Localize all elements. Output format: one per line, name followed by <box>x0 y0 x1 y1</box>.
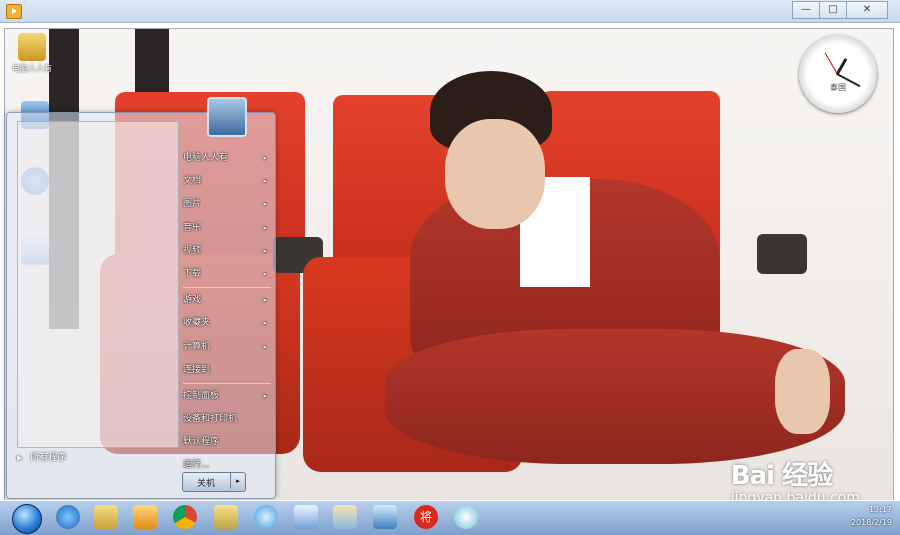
menu-separator <box>183 287 271 289</box>
start-item-connect-to[interactable]: 连接到 <box>183 359 271 382</box>
start-item-music[interactable]: 音乐 ▸ <box>183 217 271 240</box>
wallpaper-person-hand <box>775 349 830 434</box>
start-menu-program-list <box>17 121 179 448</box>
start-item-label: 默认程序 <box>183 437 220 448</box>
media-player-icon[interactable] <box>133 505 157 529</box>
start-menu: ▶ 所有程序 电脑人人有 ▸ 文档 ▸ 图片 ▸ 音乐 ▸ 视频 ▸ 下载 ▸ 游戏 ▸ 收藏夹… <box>6 97 276 499</box>
start-menu-right-pane: 电脑人人有 ▸ 文档 ▸ 图片 ▸ 音乐 ▸ 视频 ▸ 下载 ▸ 游戏 ▸ 收藏夹 ▸ 计算机 ▸… <box>183 147 271 478</box>
start-item-label: 游戏 <box>183 295 202 306</box>
start-item-default-programs[interactable]: 默认程序 <box>183 431 271 454</box>
folder-icon[interactable] <box>214 505 238 529</box>
submenu-arrow-icon: ▸ <box>263 319 267 328</box>
baidu-watermark: Bai 经验 jingyan.baidu.com <box>731 455 860 506</box>
media-player-app-icon <box>6 4 22 19</box>
start-item-label: 收藏夹 <box>183 318 211 329</box>
start-item-pictures[interactable]: 图片 ▸ <box>183 193 271 216</box>
minimize-button[interactable]: — <box>792 1 820 19</box>
submenu-arrow-icon: ▸ <box>263 154 267 162</box>
explorer-icon[interactable] <box>94 505 118 529</box>
start-item-label: 图片 <box>183 199 202 210</box>
submenu-arrow-icon: ▸ <box>263 391 267 400</box>
chinese-chess-icon[interactable]: 将 <box>414 505 438 529</box>
taskbar: 将 13:17 2018/2/19 <box>0 500 900 535</box>
submenu-arrow-icon: ▸ <box>263 223 267 232</box>
submenu-arrow-icon: ▸ <box>263 342 267 351</box>
clock-location-label: 泰国 <box>830 83 846 92</box>
start-item-label: 控制面板 <box>183 390 220 401</box>
start-orb-button[interactable] <box>12 504 42 534</box>
start-item-label: 电脑人人有 <box>183 153 229 163</box>
watermark-brand: Bai 经验 <box>730 461 833 491</box>
shutdown-label: 关机 <box>197 479 216 489</box>
tray-date: 2018/2/19 <box>850 518 892 527</box>
submenu-arrow-icon: ▸ <box>263 200 267 209</box>
all-programs-label: 所有程序 <box>30 453 67 463</box>
cloud-icon[interactable] <box>254 505 278 529</box>
start-item-videos[interactable]: 视频 ▸ <box>183 240 271 263</box>
submenu-arrow-icon: ▸ <box>263 177 267 186</box>
play-arrow-icon: ▶ <box>17 454 23 462</box>
user-picture-icon[interactable] <box>207 97 247 137</box>
start-item-label: 视频 <box>183 245 202 256</box>
menu-separator <box>183 382 271 384</box>
start-item-label: 文档 <box>183 176 202 187</box>
all-programs-button[interactable]: ▶ 所有程序 <box>17 450 66 463</box>
start-item-downloads[interactable]: 下载 ▸ <box>183 263 271 286</box>
tray-time: 13:17 <box>868 505 892 514</box>
start-item-computer[interactable]: 计算机 ▸ <box>183 336 271 359</box>
system-tray-clock[interactable]: 13:17 2018/2/19 <box>851 503 892 529</box>
chrome-icon[interactable] <box>173 505 197 529</box>
submenu-arrow-icon: ▸ <box>263 269 267 278</box>
paint-icon[interactable] <box>333 505 357 529</box>
start-item-control-panel[interactable]: 控制面板 ▸ <box>183 385 271 408</box>
window-controls: — □ ✕ <box>792 1 888 19</box>
start-item-label: 设备和打印机 <box>183 414 238 425</box>
clock-gadget[interactable]: 泰国 <box>799 35 877 113</box>
start-item-devices-printers[interactable]: 设备和打印机 <box>183 408 271 431</box>
desktop-icon-label: 电脑人人有 <box>12 64 52 73</box>
document-icon[interactable] <box>294 505 318 529</box>
desktop-icon-computer-user[interactable]: 电脑人人有 <box>6 33 58 74</box>
wallpaper-person-face <box>445 119 545 229</box>
shutdown-options-arrow-icon[interactable]: ▸ <box>230 473 245 489</box>
wallpaper-armrest <box>757 234 807 274</box>
start-item-favorites[interactable]: 收藏夹 ▸ <box>183 312 271 335</box>
start-item-label: 下载 <box>183 268 202 279</box>
window-titlebar: — □ ✕ <box>0 0 900 23</box>
start-item-label: 运行... <box>183 460 210 471</box>
pinwheel-icon[interactable] <box>454 505 478 529</box>
maximize-button[interactable]: □ <box>819 1 847 19</box>
start-item-user-folder[interactable]: 电脑人人有 ▸ <box>183 147 271 170</box>
close-button[interactable]: ✕ <box>846 1 888 19</box>
submenu-arrow-icon: ▸ <box>263 246 267 255</box>
start-item-documents[interactable]: 文档 ▸ <box>183 170 271 193</box>
start-item-label: 音乐 <box>183 222 202 233</box>
shutdown-button[interactable]: 关机 ▸ <box>182 472 246 492</box>
start-item-games[interactable]: 游戏 ▸ <box>183 289 271 312</box>
start-item-label: 连接到 <box>183 364 211 375</box>
submenu-arrow-icon: ▸ <box>263 296 267 305</box>
clock-second-hand <box>824 52 838 74</box>
folder-user-icon <box>18 33 46 61</box>
remote-desktop-icon[interactable] <box>373 505 397 529</box>
start-item-label: 计算机 <box>183 341 211 352</box>
ie-icon[interactable] <box>56 505 80 529</box>
